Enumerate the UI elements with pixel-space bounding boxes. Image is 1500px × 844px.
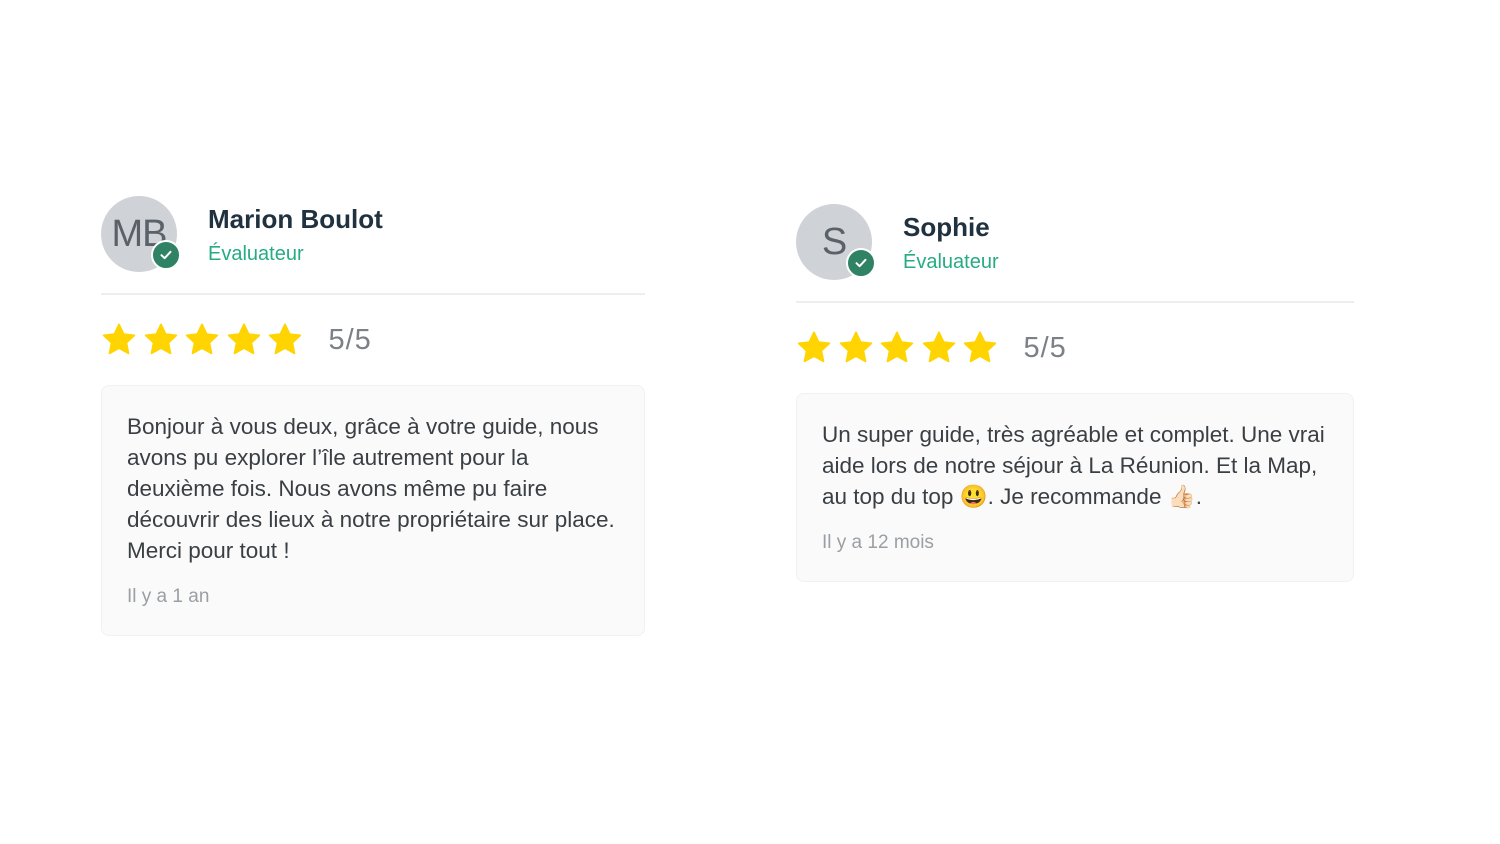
star-icon (922, 331, 955, 363)
avatar: MB (101, 196, 181, 272)
review-date: Il y a 1 an (127, 586, 210, 607)
avatar: S (796, 204, 876, 280)
review-date: Il y a 12 mois (822, 532, 934, 553)
divider (796, 301, 1354, 303)
star-rating (101, 322, 309, 358)
divider (101, 293, 645, 295)
star-icon (797, 331, 831, 363)
star-icon (227, 323, 260, 355)
review-card: MB Marion Boulot Évaluateur 5/5 Bonjour … (101, 196, 645, 636)
star-icon (880, 331, 914, 363)
review-bubble: Un super guide, très agréable et complet… (796, 393, 1354, 582)
rating-score: 5/5 (328, 323, 372, 356)
avatar-initials: S (821, 220, 847, 263)
star-icon (185, 323, 219, 355)
review-text: Bonjour à vous deux, grâce à votre guide… (127, 414, 615, 563)
verified-check-icon (846, 248, 876, 278)
star-icon (102, 323, 136, 355)
review-bubble: Bonjour à vous deux, grâce à votre guide… (101, 385, 645, 636)
rating: 5/5 (796, 326, 1354, 370)
review-text: Un super guide, très agréable et complet… (822, 422, 1325, 509)
reviewer-info: Marion Boulot Évaluateur (208, 203, 383, 266)
reviewer-name: Marion Boulot (208, 203, 383, 234)
rating: 5/5 (101, 318, 645, 362)
reviewer-role: Évaluateur (903, 250, 999, 273)
rating-score: 5/5 (1023, 331, 1067, 364)
star-icon (839, 331, 872, 363)
review-header: MB Marion Boulot Évaluateur (101, 196, 645, 272)
reviewer-info: Sophie Évaluateur (903, 211, 999, 274)
star-icon (268, 323, 302, 355)
star-icon (963, 331, 997, 363)
reviewer-role: Évaluateur (208, 242, 304, 265)
star-rating (796, 330, 1004, 366)
review-card: S Sophie Évaluateur 5/5 Un super guide, … (796, 204, 1354, 582)
star-icon (144, 323, 177, 355)
reviewer-name: Sophie (903, 211, 990, 242)
verified-check-icon (151, 240, 181, 270)
review-header: S Sophie Évaluateur (796, 204, 1354, 280)
